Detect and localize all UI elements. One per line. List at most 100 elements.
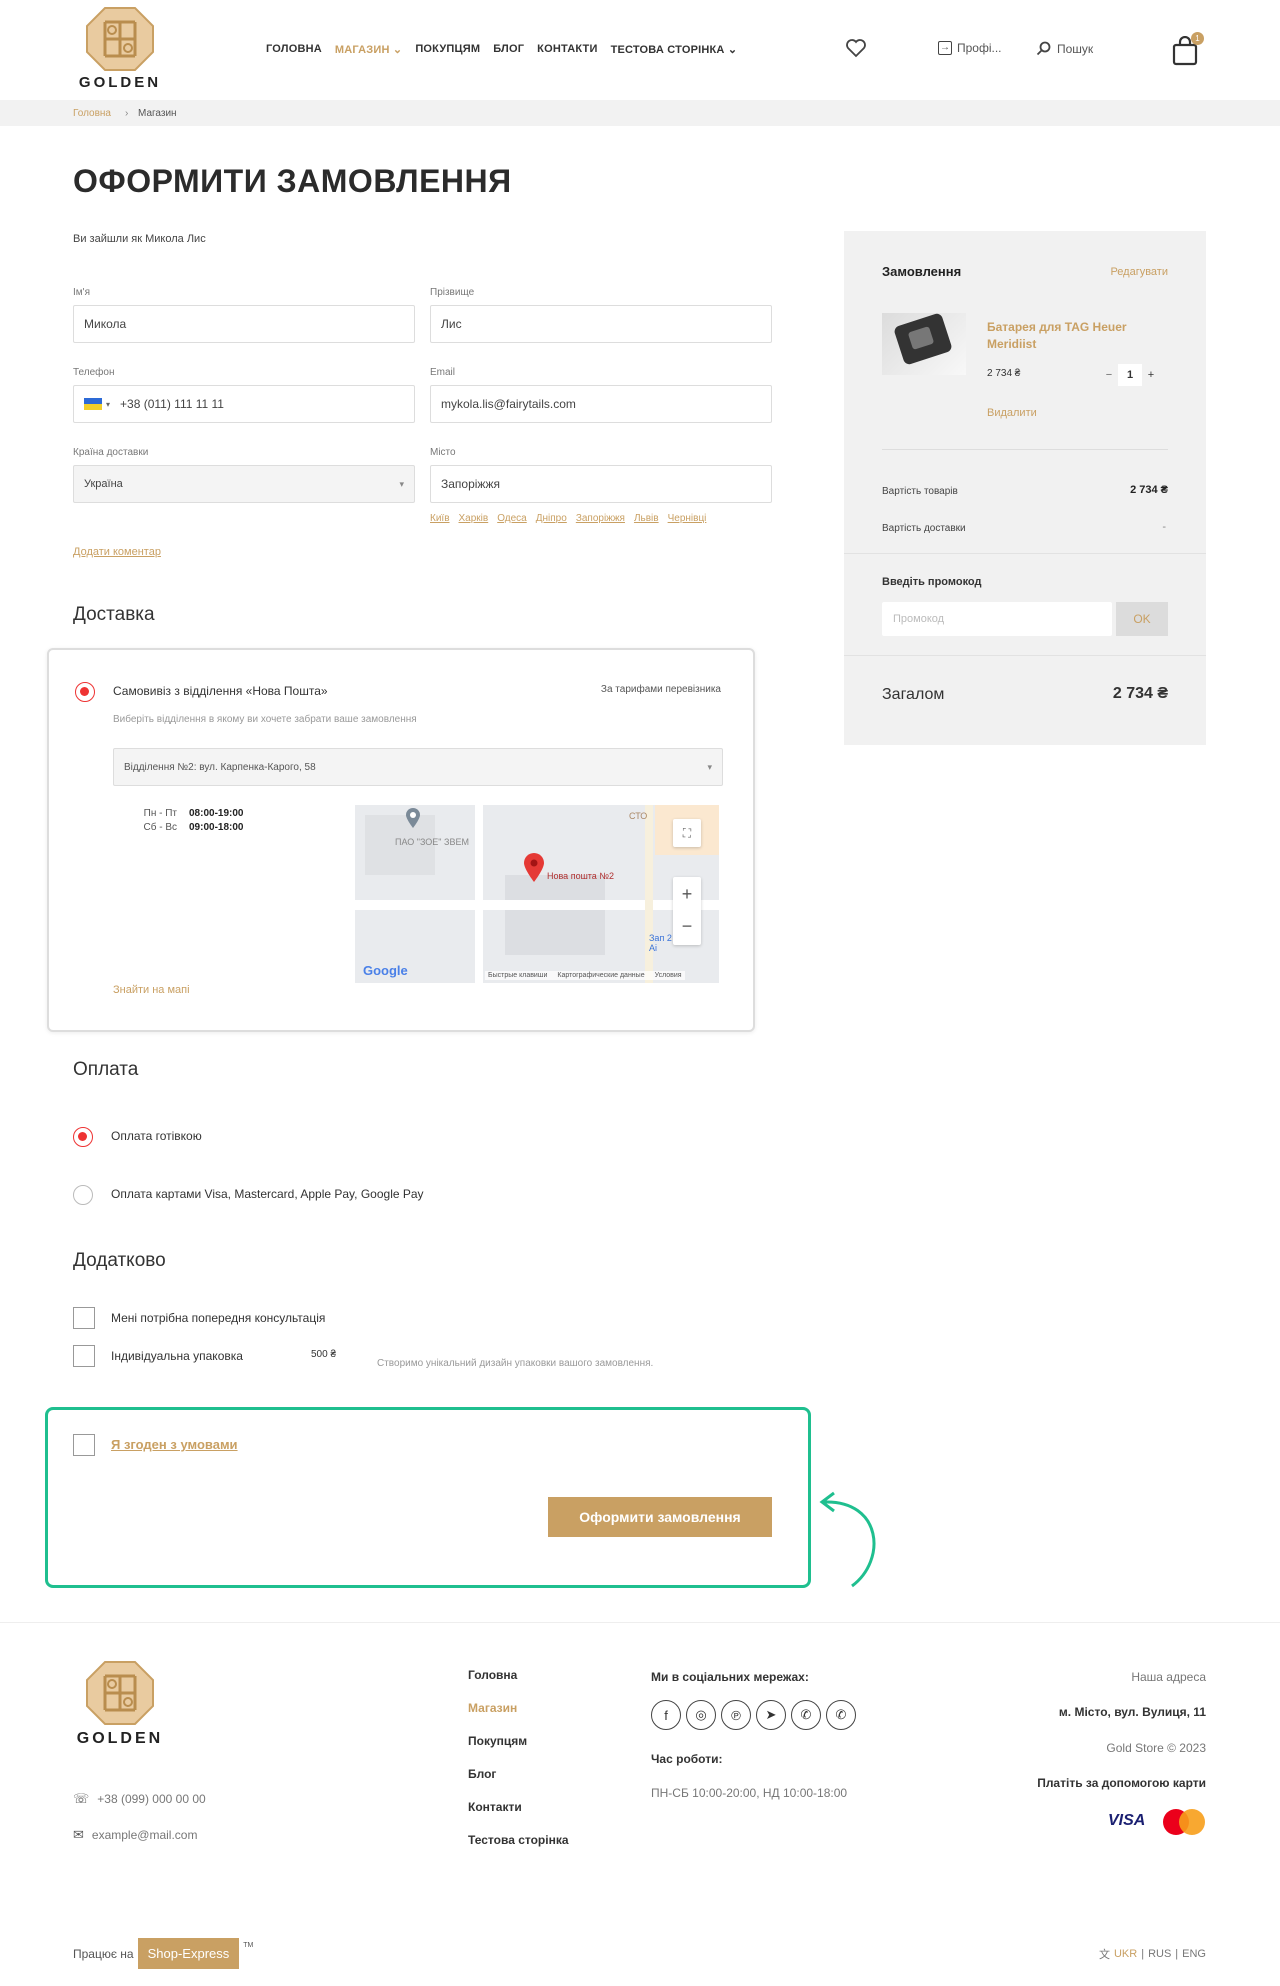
city-suggestion[interactable]: Одеса [497, 513, 527, 524]
map[interactable]: ПАО "ЗОЕ" ЗВЕМ Нова пошта №2 СТО Зап 2 А… [355, 805, 719, 983]
footer-nav-home[interactable]: Головна [468, 1668, 569, 1682]
map-branch-label: Нова пошта №2 [547, 871, 614, 881]
profile-label: Профі... [957, 41, 1002, 55]
submit-order-button[interactable]: Оформити замовлення [548, 1497, 772, 1537]
product-image[interactable] [882, 313, 966, 375]
address-value: м. Місто, вул. Вулиця, 11 [1058, 1705, 1206, 1719]
footer-logo[interactable]: GOLDEN [70, 1660, 170, 1750]
heart-icon[interactable] [845, 38, 867, 58]
lang-rus[interactable]: RUS [1148, 1948, 1171, 1960]
cart-button[interactable]: 1 [1172, 32, 1204, 66]
city-suggestion[interactable]: Київ [430, 513, 450, 524]
promo-input[interactable]: Промокод [882, 602, 1112, 636]
social-title: Ми в соціальних мережах: [651, 1670, 809, 1684]
delivery-title: Доставка [73, 604, 155, 625]
facebook-icon[interactable]: f [651, 1700, 681, 1730]
consult-checkbox[interactable] [73, 1307, 95, 1329]
search-icon [1036, 41, 1051, 56]
platform-badge[interactable]: Shop-Express [137, 1938, 240, 1969]
find-on-map-link[interactable]: Знайти на мапі [113, 984, 190, 996]
whatsapp-icon[interactable]: ✆ [826, 1700, 856, 1730]
payment-cash-label[interactable]: Оплата готівкою [111, 1129, 202, 1143]
map-data-link[interactable]: Картографические данные [557, 972, 644, 979]
branch-value: Відділення №2: вул. Карпенка-Карого, 58 [124, 761, 316, 773]
first-name-input[interactable]: Микола [73, 305, 415, 343]
footer-nav-customers[interactable]: Покупцям [468, 1734, 569, 1748]
search-link[interactable]: Пошук [1036, 41, 1093, 56]
delivery-option-label[interactable]: Самовивіз з відділення «Нова Пошта» [113, 684, 328, 698]
lang-ukr[interactable]: UKR [1114, 1948, 1137, 1960]
map-poi-label: СТО [629, 811, 648, 821]
delivery-cost-value: - [1162, 521, 1166, 533]
remove-product-link[interactable]: Видалити [987, 407, 1037, 419]
pay-title: Платіть за допомогою карти [1037, 1776, 1206, 1790]
packaging-label[interactable]: Індивідуальна упаковка [111, 1349, 243, 1363]
telegram-icon[interactable]: ➤ [756, 1700, 786, 1730]
qty-value[interactable]: 1 [1118, 364, 1142, 386]
works-on: Працює на Shop-Express TM [73, 1938, 253, 1969]
breadcrumb-current: Магазин [138, 108, 177, 119]
order-edit-link[interactable]: Редагувати [1110, 266, 1168, 278]
instagram-icon[interactable]: ◎ [686, 1700, 716, 1730]
last-name-label: Прізвище [430, 287, 475, 298]
consult-label[interactable]: Мені потрібна попередня консультація [111, 1311, 325, 1325]
city-input[interactable]: Запоріжжя [430, 465, 772, 503]
email-input[interactable]: mykola.lis@fairytails.com [430, 385, 772, 423]
payment-cash-radio[interactable] [73, 1127, 93, 1147]
city-suggestion[interactable]: Дніпро [536, 513, 567, 524]
branch-select[interactable]: Відділення №2: вул. Карпенка-Карого, 58 … [113, 748, 723, 786]
map-terms-link[interactable]: Условия [655, 972, 682, 979]
map-road [645, 805, 653, 983]
viber-icon[interactable]: ✆ [791, 1700, 821, 1730]
agree-terms-link[interactable]: Я згоден з умовами [111, 1437, 238, 1452]
logo[interactable]: GOLDEN [70, 6, 170, 94]
city-suggestion[interactable]: Львів [634, 513, 659, 524]
payment-card-label[interactable]: Оплата картами Visa, Mastercard, Apple P… [111, 1187, 424, 1201]
nav-contacts[interactable]: КОНТАКТИ [537, 43, 597, 56]
nav-home[interactable]: ГОЛОВНА [266, 43, 322, 56]
country-value: Україна [84, 478, 123, 490]
qty-increase-button[interactable]: + [1142, 369, 1160, 381]
footer-nav-contacts[interactable]: Контакти [468, 1800, 569, 1814]
country-select[interactable]: Україна ▾ [73, 465, 415, 503]
product-name-link[interactable]: Батарея для TAG Heuer Meridiist [987, 319, 1177, 353]
footer-nav: Головна Магазин Покупцям Блог Контакти Т… [468, 1668, 569, 1866]
footer-phone[interactable]: ☏ +38 (099) 000 00 00 [73, 1791, 206, 1807]
delivery-option-radio[interactable] [75, 682, 95, 702]
footer-nav-shop[interactable]: Магазин [468, 1701, 569, 1715]
city-suggestion[interactable]: Харків [459, 513, 489, 524]
page-title: ОФОРМИТИ ЗАМОВЛЕННЯ [73, 163, 512, 199]
footer-email[interactable]: ✉ example@mail.com [73, 1827, 197, 1843]
profile-link[interactable]: → Профі... [938, 41, 1002, 55]
last-name-input[interactable]: Лис [430, 305, 772, 343]
city-suggestion[interactable]: Запоріжжя [576, 513, 625, 524]
payment-card-radio[interactable] [73, 1185, 93, 1205]
map-footer: Быстрые клавиши Картографические данные … [485, 971, 685, 980]
nav-customers[interactable]: ПОКУПЦЯМ [415, 43, 480, 56]
map-shortcuts-link[interactable]: Быстрые клавиши [488, 972, 547, 979]
country-label: Країна доставки [73, 447, 149, 458]
add-comment-link[interactable]: Додати коментар [73, 546, 161, 558]
cart-count-badge: 1 [1191, 32, 1204, 45]
nav-blog[interactable]: БЛОГ [493, 43, 524, 56]
city-suggestion[interactable]: Чернівці [668, 513, 707, 524]
zoom-in-button[interactable]: + [673, 877, 701, 911]
promo-ok-button[interactable]: OK [1116, 602, 1168, 636]
lang-eng[interactable]: ENG [1182, 1948, 1206, 1960]
breadcrumb-home[interactable]: Головна [73, 108, 111, 119]
map-road [475, 805, 483, 983]
ukraine-flag-icon[interactable] [84, 398, 102, 410]
lang-separator: | [1175, 1948, 1179, 1960]
packaging-checkbox[interactable] [73, 1345, 95, 1367]
qty-decrease-button[interactable]: − [1100, 369, 1118, 381]
fullscreen-button[interactable]: ⛶ [673, 819, 701, 847]
agree-checkbox[interactable] [73, 1434, 95, 1456]
nav-shop[interactable]: МАГАЗИН ⌄ [335, 43, 402, 56]
nav-test-page[interactable]: ТЕСТОВА СТОРІНКА ⌄ [611, 43, 738, 56]
phone-field[interactable]: ▾ +38 (011) 111 11 11 [73, 385, 415, 423]
packaging-price: 500 ₴ [311, 1349, 337, 1360]
zoom-out-button[interactable]: − [673, 911, 701, 945]
footer-nav-test-page[interactable]: Тестова сторінка [468, 1833, 569, 1847]
pinterest-icon[interactable]: ℗ [721, 1700, 751, 1730]
footer-nav-blog[interactable]: Блог [468, 1767, 569, 1781]
